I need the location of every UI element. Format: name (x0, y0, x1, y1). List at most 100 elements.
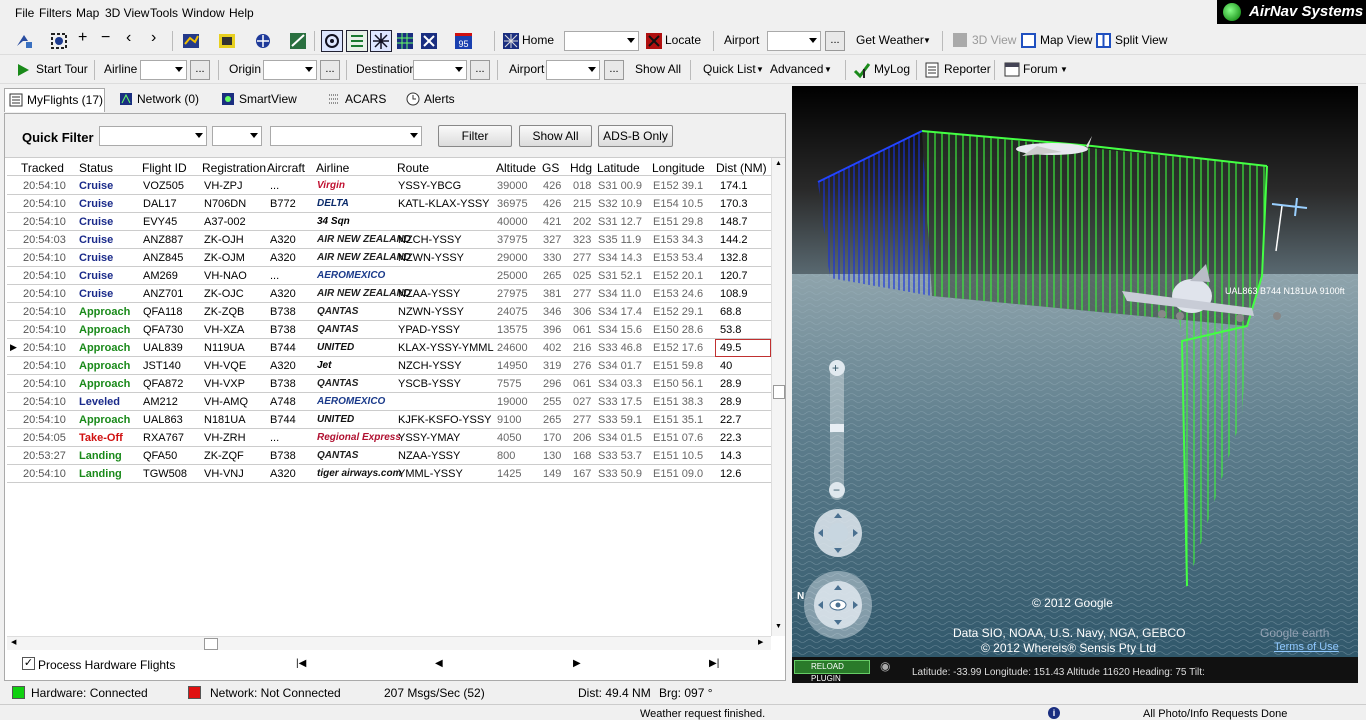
next-record-icon[interactable]: ▶ (573, 658, 581, 669)
col-route[interactable]: Route (397, 161, 429, 175)
3d-view-button[interactable]: 3D View (972, 33, 1016, 47)
home-button[interactable]: Home (522, 33, 554, 47)
show-all-filter-button[interactable]: Show All (519, 125, 592, 147)
menu-tools[interactable]: Tools (150, 6, 178, 20)
radar-view-icon[interactable] (370, 30, 392, 52)
airport-combo[interactable] (767, 31, 821, 51)
show-all-button[interactable]: Show All (635, 62, 681, 76)
process-hw-checkbox[interactable]: ✓ (22, 657, 35, 670)
advanced-button[interactable]: Advanced (770, 62, 823, 76)
menu-map[interactable]: Map (76, 6, 99, 20)
tab-network[interactable]: Network (0) (115, 88, 205, 112)
table-row[interactable]: 20:54:10 Cruise EVY45 A37-002 34 Sqn 40000 421… (7, 213, 771, 231)
table-row[interactable]: 20:54:10 Approach QFA118 ZK-ZQB B738 QANTAS NZ… (7, 303, 771, 321)
col-latitude[interactable]: Latitude (597, 161, 640, 175)
col-altitude[interactable]: Altitude (496, 161, 536, 175)
table-row[interactable]: 20:54:10 Cruise DAL17 N706DN B772 DELTA KATL-K… (7, 195, 771, 213)
quick-list-dropdown-icon[interactable]: ▼ (756, 65, 764, 74)
table-row[interactable]: 20:54:10 Cruise AM269 VH-NAO... AEROMEXICO 25… (7, 267, 771, 285)
table-row[interactable]: 20:54:10 Cruise ANZ845 ZK-OJM A320 AIR NEW ZE… (7, 249, 771, 267)
forum-dropdown-icon[interactable]: ▼ (1060, 65, 1068, 74)
highway-badge-icon[interactable]: 95 (455, 33, 472, 49)
zoom-slider[interactable]: + − (829, 360, 845, 500)
zoom-out-icon[interactable]: − (101, 29, 110, 47)
play-icon[interactable] (17, 63, 30, 77)
forward-arrow-icon[interactable]: › (151, 29, 156, 47)
airport-filter-browse-button[interactable]: ... (604, 60, 624, 80)
menu-3d-view[interactable]: 3D View (105, 6, 149, 20)
table-row[interactable]: 20:54:10 Leveled AM212 VH-AMQ A748 AEROMEXICO… (7, 393, 771, 411)
pan-control[interactable] (814, 509, 862, 557)
quick-filter-value-combo[interactable] (270, 126, 422, 146)
vscroll-thumb[interactable] (773, 385, 785, 399)
menu-window[interactable]: Window (182, 6, 225, 20)
table-row[interactable]: 20:54:10 Approach UAL863 N181UA B744 UNITED KJ… (7, 411, 771, 429)
airline-combo[interactable] (140, 60, 187, 80)
col-dist[interactable]: Dist (NM) (716, 161, 767, 175)
cursor-tool-icon[interactable] (14, 32, 34, 50)
filter-map-icon[interactable] (420, 32, 438, 50)
col-flight-id[interactable]: Flight ID (142, 161, 187, 175)
scroll-right-icon[interactable]: ▶ (758, 638, 763, 646)
reload-plugin-button[interactable]: RELOAD PLUGIN (794, 660, 870, 683)
airport-layer-icon[interactable] (218, 32, 236, 50)
first-record-icon[interactable]: |◀ (296, 658, 306, 669)
airport-filter-combo[interactable] (546, 60, 600, 80)
get-weather-button[interactable]: Get Weather (856, 33, 924, 47)
route-layer-icon[interactable] (289, 32, 307, 50)
airline-browse-button[interactable]: ... (190, 60, 210, 80)
col-longitude[interactable]: Longitude (652, 161, 705, 175)
hscroll-thumb[interactable] (204, 638, 218, 650)
table-row[interactable]: 20:54:10 Approach UAL839 N119UA B744 UNITED KL… (7, 339, 771, 357)
table-row[interactable]: 20:54:10 Cruise VOZ505 VH-ZPJ... Virgin YSSY-… (7, 177, 771, 195)
quick-filter-field-combo[interactable] (99, 126, 207, 146)
aircraft-layer-icon[interactable] (254, 32, 272, 50)
col-registration[interactable]: Registration (202, 161, 266, 175)
track-selected-icon[interactable] (321, 30, 343, 52)
table-row[interactable]: 20:54:10 Cruise ANZ701 ZK-OJC A320 AIR NEW ZE… (7, 285, 771, 303)
scroll-down-icon[interactable]: ▼ (775, 623, 782, 630)
col-aircraft[interactable]: Aircraft (267, 161, 305, 175)
scroll-left-icon[interactable]: ◀ (11, 638, 16, 646)
filter-button[interactable]: Filter (438, 125, 512, 147)
forum-button[interactable]: Forum (1023, 62, 1058, 76)
table-row[interactable]: 20:54:10 Approach QFA872 VH-VXP B738 QANTAS YS… (7, 375, 771, 393)
forum-icon[interactable] (1004, 62, 1020, 77)
get-weather-dropdown-icon[interactable]: ▼ (923, 36, 931, 45)
back-arrow-icon[interactable]: ‹ (126, 29, 131, 47)
menu-file[interactable]: File (15, 6, 34, 20)
table-row[interactable]: 20:54:10 Approach JST140 VH-VQE A320 Jet NZCH-… (7, 357, 771, 375)
table-row[interactable]: 20:54:05 Take-Off RXA767 VH-ZRH... Regional … (7, 429, 771, 447)
map-view-icon[interactable] (1021, 33, 1036, 48)
last-record-icon[interactable]: ▶| (709, 658, 719, 669)
table-row[interactable]: 20:53:27 Landing QFA50 ZK-ZQF B738 QANTAS NZAA… (7, 447, 771, 465)
col-gs[interactable]: GS (542, 161, 559, 175)
zoom-in-icon[interactable]: + (78, 29, 87, 47)
menu-help[interactable]: Help (229, 6, 254, 20)
quick-list-button[interactable]: Quick List (703, 62, 756, 76)
mylog-icon[interactable] (853, 61, 871, 79)
col-tracked[interactable]: Tracked (21, 161, 64, 175)
earth-3d-view[interactable]: UAL863 B744 N181UA 9100ft + − N © 2012 G… (792, 86, 1358, 683)
col-airline[interactable]: Airline (316, 161, 349, 175)
table-row[interactable]: 20:54:10 Approach QFA730 VH-XZA B738 QANTAS YP… (7, 321, 771, 339)
map-view-button[interactable]: Map View (1040, 33, 1092, 47)
grid-vertical-scrollbar[interactable]: ▲ ▼ (771, 158, 785, 636)
locate-combo[interactable] (564, 31, 639, 51)
adsb-only-button[interactable]: ADS-B Only (598, 125, 673, 147)
map-layer-icon[interactable] (182, 32, 200, 50)
tab-acars[interactable]: ACARS (323, 88, 389, 112)
locate-icon[interactable] (645, 32, 663, 50)
start-tour-button[interactable]: Start Tour (36, 62, 88, 76)
split-view-button[interactable]: Split View (1115, 33, 1167, 47)
tab-smartview[interactable]: SmartView (0) (217, 88, 311, 128)
reporter-button[interactable]: Reporter (944, 62, 991, 76)
reporter-icon[interactable] (925, 62, 939, 78)
zoom-box-icon[interactable] (50, 32, 70, 50)
prev-record-icon[interactable]: ◀ (435, 658, 443, 669)
destination-browse-button[interactable]: ... (470, 60, 490, 80)
tab-alerts[interactable]: Alerts (402, 88, 462, 112)
table-row[interactable]: 20:54:10 Landing TGW508 VH-VNJ A320 tiger air… (7, 465, 771, 483)
col-status[interactable]: Status (79, 161, 113, 175)
menu-filters[interactable]: Filters (39, 6, 72, 20)
